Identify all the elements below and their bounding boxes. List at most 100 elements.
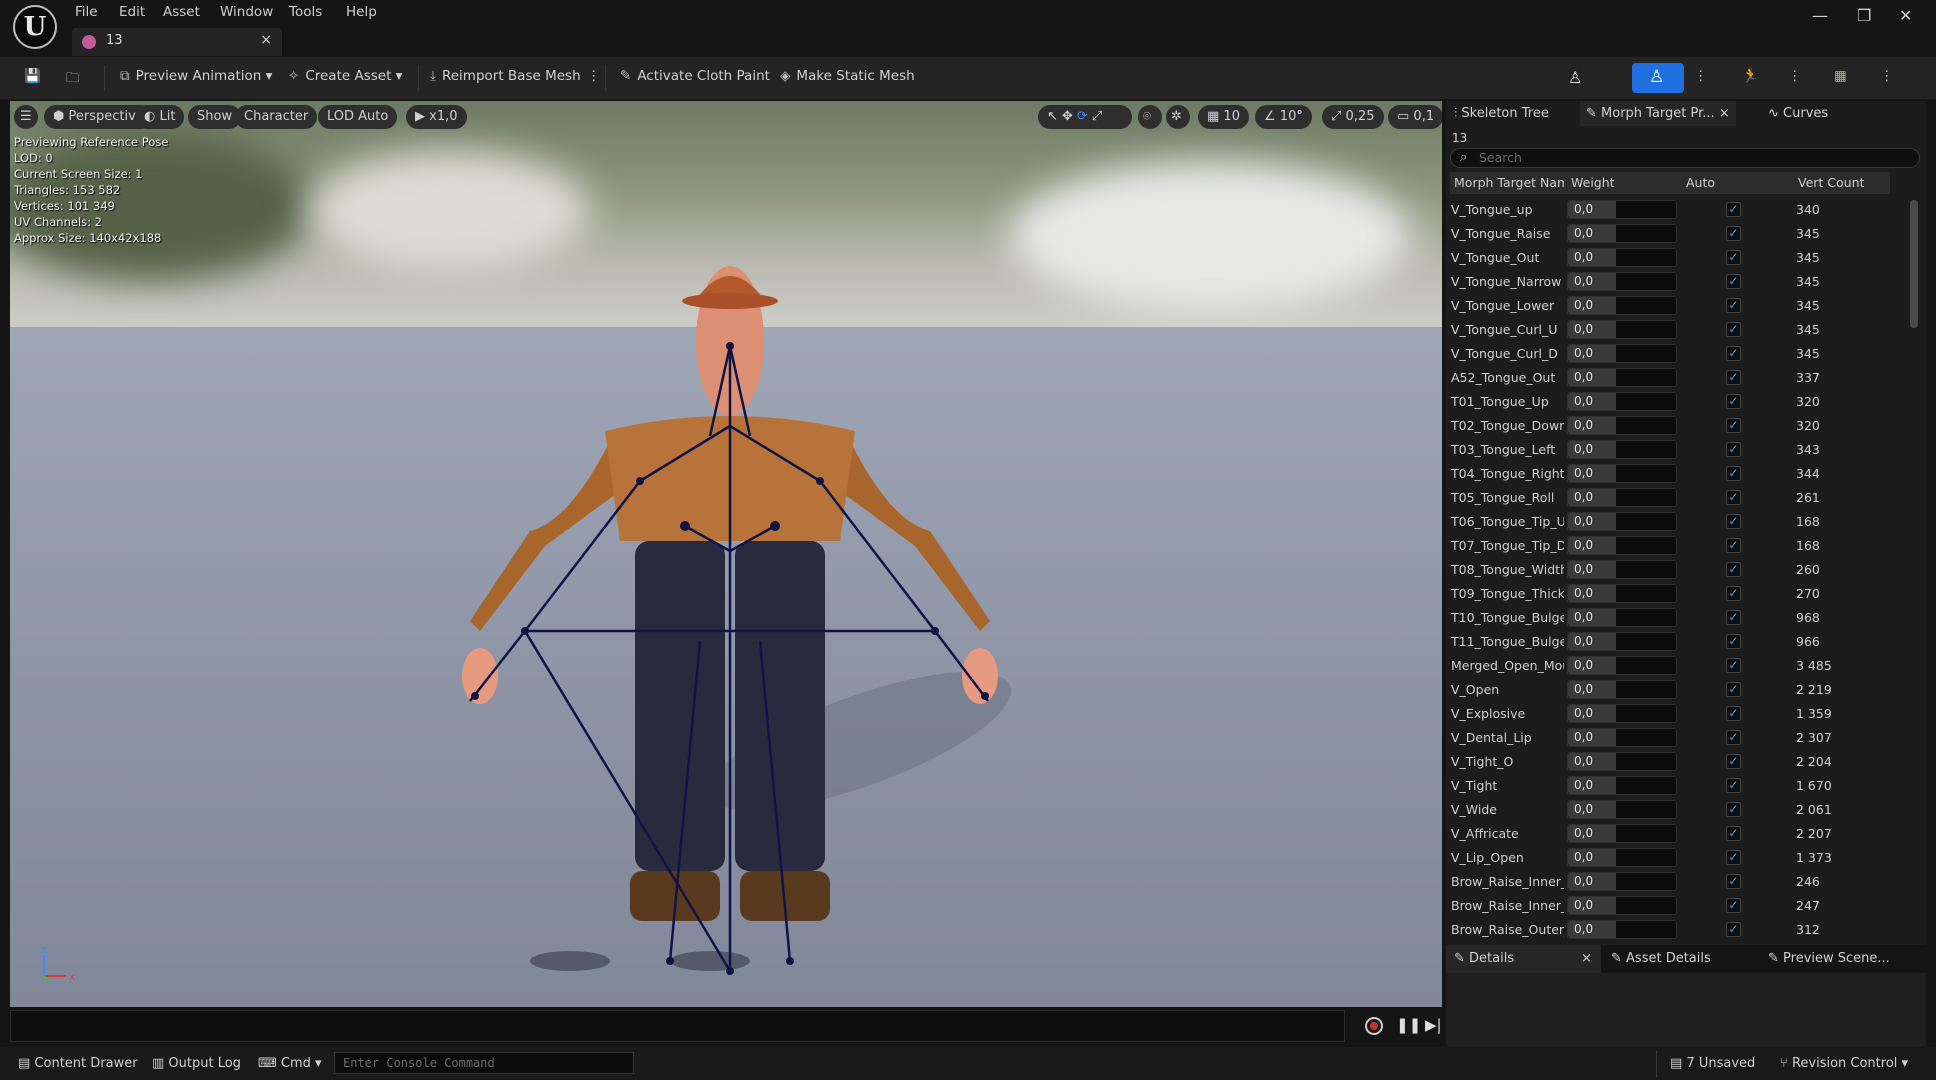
table-row[interactable]: Brow_Raise_Inner_R 0,0 ✓ 247 [1446,894,1896,918]
close-details-icon[interactable]: × [1581,951,1592,966]
mesh-options-icon[interactable]: ⋮ [1694,68,1708,84]
weight-input[interactable]: 0,0 [1567,872,1677,891]
tab-details[interactable]: ✎ Details [1454,951,1514,966]
column-vert-count[interactable]: Vert Count [1798,175,1864,190]
weight-input[interactable]: 0,0 [1567,896,1677,915]
step-forward-icon[interactable]: ▶| [1425,1016,1442,1034]
weight-input[interactable]: 0,0 [1567,632,1677,651]
table-row[interactable]: V_Tongue_Curl_U 0,0 ✓ 345 [1446,318,1896,342]
cloth-paint-button[interactable]: ✎ Activate Cloth Paint [620,68,770,84]
output-log-button[interactable]: ▥ Output Log [152,1056,241,1071]
world-local-icon[interactable]: ✲ [1166,105,1190,129]
table-row[interactable]: V_Lip_Open 0,0 ✓ 1 373 [1446,846,1896,870]
weight-input[interactable]: 0,0 [1567,344,1677,363]
auto-checkbox[interactable]: ✓ [1726,562,1741,577]
close-window-button[interactable]: ✕ [1899,6,1912,25]
auto-checkbox[interactable]: ✓ [1726,802,1741,817]
table-row[interactable]: T10_Tongue_Bulge_ 0,0 ✓ 968 [1446,606,1896,630]
auto-checkbox[interactable]: ✓ [1726,730,1741,745]
table-row[interactable]: V_Tight 0,0 ✓ 1 670 [1446,774,1896,798]
weight-input[interactable]: 0,0 [1567,560,1677,579]
viewport[interactable]: ☰ ⬢ Perspective ◐ Lit Show Character LOD… [10,101,1442,1007]
animation-options-icon[interactable]: ⋮ [1788,68,1802,84]
weight-input[interactable]: 0,0 [1567,416,1677,435]
blueprint-options-icon[interactable]: ⋮ [1880,68,1894,84]
auto-checkbox[interactable]: ✓ [1726,346,1741,361]
weight-input[interactable]: 0,0 [1567,608,1677,627]
table-row[interactable]: T04_Tongue_Right 0,0 ✓ 344 [1446,462,1896,486]
reimport-options-icon[interactable]: ⋮ [587,68,601,84]
menu-file[interactable]: File [75,4,98,20]
preview-animation-button[interactable]: ⧉ Preview Animation ▾ [120,68,272,84]
table-row[interactable]: V_Tongue_Curl_D 0,0 ✓ 345 [1446,342,1896,366]
column-weight[interactable]: Weight [1571,175,1615,190]
table-row[interactable]: V_Dental_Lip 0,0 ✓ 2 307 [1446,726,1896,750]
console-command-input[interactable]: Enter Console Command [334,1052,634,1074]
weight-input[interactable]: 0,0 [1567,728,1677,747]
record-button[interactable] [1365,1017,1383,1035]
save-icon[interactable]: 💾 [24,68,41,84]
weight-input[interactable]: 0,0 [1567,776,1677,795]
weight-input[interactable]: 0,0 [1567,392,1677,411]
create-asset-button[interactable]: ✧ Create Asset ▾ [288,68,402,84]
auto-checkbox[interactable]: ✓ [1726,754,1741,769]
search-input[interactable]: Search [1450,148,1920,168]
content-drawer-button[interactable]: ▤ Content Drawer [18,1056,138,1071]
table-row[interactable]: T11_Tongue_Bulge_ 0,0 ✓ 966 [1446,630,1896,654]
weight-input[interactable]: 0,0 [1567,272,1677,291]
character-button[interactable]: Character [235,105,318,129]
auto-checkbox[interactable]: ✓ [1726,514,1741,529]
weight-input[interactable]: 0,0 [1567,704,1677,723]
weight-input[interactable]: 0,0 [1567,824,1677,843]
table-row[interactable]: T03_Tongue_Left 0,0 ✓ 343 [1446,438,1896,462]
angle-snap-button[interactable]: ∠ 10° [1255,105,1312,129]
surface-snap-icon[interactable]: ⌾ [1138,105,1162,129]
table-row[interactable]: V_Tongue_Out 0,0 ✓ 345 [1446,246,1896,270]
weight-input[interactable]: 0,0 [1567,440,1677,459]
table-row[interactable]: A52_Tongue_Out 0,0 ✓ 337 [1446,366,1896,390]
close-tab-icon[interactable]: × [260,32,272,48]
table-row[interactable]: T06_Tongue_Tip_Up 0,0 ✓ 168 [1446,510,1896,534]
viewport-menu-icon[interactable]: ☰ [14,105,38,129]
document-tab[interactable]: 13 × [72,28,282,56]
auto-checkbox[interactable]: ✓ [1726,394,1741,409]
table-row[interactable]: V_Tongue_Raise 0,0 ✓ 345 [1446,222,1896,246]
menu-asset[interactable]: Asset [163,4,200,20]
weight-input[interactable]: 0,0 [1567,920,1677,939]
menu-window[interactable]: Window [220,4,273,20]
auto-checkbox[interactable]: ✓ [1726,250,1741,265]
table-row[interactable]: T09_Tongue_Thickn 0,0 ✓ 270 [1446,582,1896,606]
table-row[interactable]: T05_Tongue_Roll 0,0 ✓ 261 [1446,486,1896,510]
weight-input[interactable]: 0,0 [1567,536,1677,555]
rotate-icon[interactable]: ⟳ [1077,109,1092,124]
weight-input[interactable]: 0,0 [1567,320,1677,339]
auto-checkbox[interactable]: ✓ [1726,850,1741,865]
weight-input[interactable]: 0,0 [1567,464,1677,483]
table-row[interactable]: T01_Tongue_Up 0,0 ✓ 320 [1446,390,1896,414]
auto-checkbox[interactable]: ✓ [1726,202,1741,217]
static-mesh-button[interactable]: ◈ Make Static Mesh [780,68,915,84]
auto-checkbox[interactable]: ✓ [1726,706,1741,721]
reimport-button[interactable]: ⤓ Reimport Base Mesh [430,68,581,84]
restore-button[interactable]: ❐ [1857,6,1871,25]
timeline-bar[interactable] [10,1010,1345,1042]
auto-checkbox[interactable]: ✓ [1726,922,1741,937]
column-auto[interactable]: Auto [1686,175,1715,190]
minimize-button[interactable]: — [1812,6,1828,25]
weight-input[interactable]: 0,0 [1567,656,1677,675]
weight-input[interactable]: 0,0 [1567,584,1677,603]
table-row[interactable]: Merged_Open_Mout 0,0 ✓ 3 485 [1446,654,1896,678]
table-row[interactable]: T07_Tongue_Tip_Do 0,0 ✓ 168 [1446,534,1896,558]
pause-icon[interactable]: ❚❚ [1396,1016,1421,1034]
auto-checkbox[interactable]: ✓ [1726,610,1741,625]
weight-input[interactable]: 0,0 [1567,248,1677,267]
auto-checkbox[interactable]: ✓ [1726,874,1741,889]
auto-checkbox[interactable]: ✓ [1726,442,1741,457]
tab-curves[interactable]: ∿ Curves [1768,101,1828,126]
select-icon[interactable]: ↖ [1047,109,1062,124]
weight-input[interactable]: 0,0 [1567,512,1677,531]
skeleton-mode-button[interactable]: ♙ [1540,63,1616,93]
tab-asset-details[interactable]: ✎ Asset Details [1611,951,1711,966]
auto-checkbox[interactable]: ✓ [1726,658,1741,673]
blueprint-mode-icon[interactable]: ▦ [1834,68,1847,84]
